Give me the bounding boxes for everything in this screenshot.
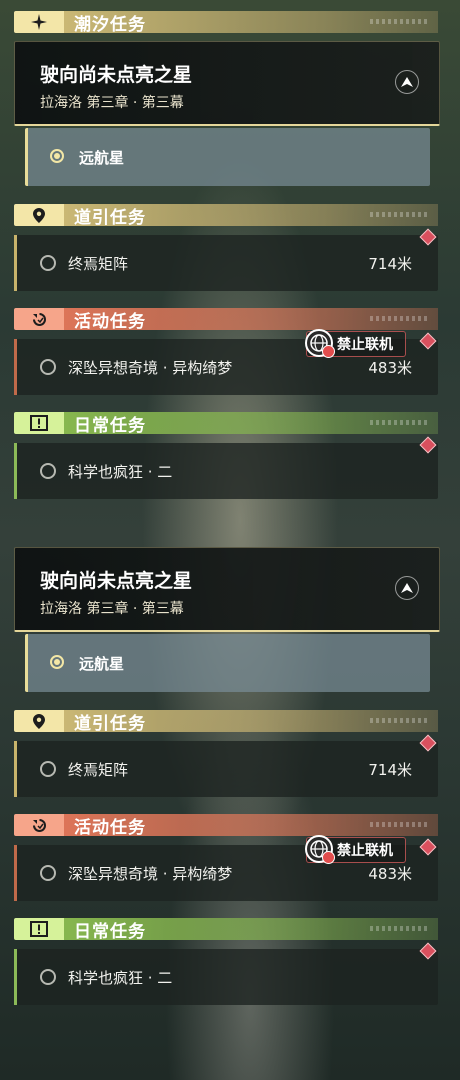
- activity-quest-header-label: 活动任务: [74, 311, 146, 332]
- daily-quest-header-label: 日常任务: [74, 415, 146, 436]
- daily-task-item[interactable]: 科学也疯狂 · 二: [14, 436, 438, 499]
- exclamation-icon: [14, 412, 64, 434]
- main-quest-card[interactable]: 驶向尚未点亮之星 拉海洛 第三章 · 第三幕: [14, 41, 440, 126]
- header-decoration: [370, 19, 430, 24]
- main-quest-title: 驶向尚未点亮之星: [40, 570, 193, 592]
- no-multiplayer-label: 禁止联机: [337, 843, 393, 859]
- no-multiplayer-label: 禁止联机: [337, 337, 393, 353]
- activity-task-distance: 483米: [368, 359, 412, 377]
- task-accent-bar: [14, 339, 17, 395]
- tidal-quest-header-label: 潮汐任务: [74, 14, 146, 35]
- header-decoration: [370, 926, 430, 931]
- activity-task-label: 深坠异想奇境 · 异构绮梦: [68, 359, 233, 377]
- header-decoration: [370, 718, 430, 723]
- selected-task-label: 远航星: [79, 655, 125, 673]
- header-decoration: [370, 212, 430, 217]
- navigate-icon[interactable]: [395, 576, 419, 600]
- exclamation-icon: [14, 918, 64, 940]
- activity-task-label: 深坠异想奇境 · 异构绮梦: [68, 865, 233, 883]
- daily-quest-header[interactable]: 日常任务: [14, 918, 438, 942]
- guide-task-label: 终焉矩阵: [68, 761, 129, 779]
- task-radio-icon[interactable]: [40, 761, 56, 777]
- task-accent-bar: [14, 949, 17, 1005]
- guide-task-distance: 714米: [368, 761, 412, 779]
- guide-task-item[interactable]: 终焉矩阵 714米: [14, 734, 438, 797]
- daily-task-item[interactable]: 科学也疯狂 · 二: [14, 942, 438, 1005]
- diamond-marker-icon: [419, 332, 437, 350]
- main-quest-subtitle: 拉海洛 第三章 · 第三幕: [40, 95, 184, 111]
- location-pin-icon: [14, 204, 64, 226]
- location-pin-icon: [14, 710, 64, 732]
- task-accent-bar: [14, 443, 17, 499]
- daily-quest-header-label: 日常任务: [74, 921, 146, 942]
- activity-quest-header-label: 活动任务: [74, 817, 146, 838]
- tidal-quest-header[interactable]: 潮汐任务: [14, 11, 438, 35]
- selected-radio-icon: [50, 149, 64, 163]
- task-radio-icon[interactable]: [40, 865, 56, 881]
- header-decoration: [370, 316, 430, 321]
- guide-task-item[interactable]: 终焉矩阵 714米: [14, 228, 438, 291]
- diamond-marker-icon: [419, 734, 437, 752]
- guide-quest-header[interactable]: 道引任务: [14, 204, 438, 228]
- diamond-marker-icon: [419, 838, 437, 856]
- main-quest-title: 驶向尚未点亮之星: [40, 64, 193, 86]
- daily-task-label: 科学也疯狂 · 二: [68, 463, 173, 481]
- task-radio-icon[interactable]: [40, 359, 56, 375]
- no-multiplayer-icon: [305, 329, 335, 358]
- sparkle-icon: [14, 11, 64, 33]
- diamond-marker-icon: [419, 228, 437, 246]
- no-multiplayer-icon: [305, 835, 335, 864]
- task-accent-bar: [14, 741, 17, 797]
- diamond-marker-icon: [419, 436, 437, 454]
- header-decoration: [370, 822, 430, 827]
- guide-task-distance: 714米: [368, 255, 412, 273]
- guide-quest-header-label: 道引任务: [74, 207, 146, 228]
- diamond-marker-icon: [419, 942, 437, 960]
- task-accent-bar: [14, 845, 17, 901]
- selected-radio-icon: [50, 655, 64, 669]
- task-radio-icon[interactable]: [40, 969, 56, 985]
- daily-quest-header[interactable]: 日常任务: [14, 412, 438, 436]
- no-multiplayer-badge: 禁止联机: [305, 329, 406, 358]
- task-radio-icon[interactable]: [40, 463, 56, 479]
- main-quest-card[interactable]: 驶向尚未点亮之星 拉海洛 第三章 · 第三幕: [14, 547, 440, 632]
- activity-task-distance: 483米: [368, 865, 412, 883]
- refresh-icon: [14, 308, 64, 330]
- activity-quest-header[interactable]: 活动任务: [14, 814, 438, 838]
- guide-task-label: 终焉矩阵: [68, 255, 129, 273]
- activity-quest-header[interactable]: 活动任务: [14, 308, 438, 332]
- no-multiplayer-badge: 禁止联机: [305, 835, 406, 864]
- selected-task-card[interactable]: 远航星: [25, 634, 430, 692]
- task-radio-icon[interactable]: [40, 255, 56, 271]
- selected-task-card[interactable]: 远航星: [25, 128, 430, 186]
- selected-task-label: 远航星: [79, 149, 125, 167]
- daily-task-label: 科学也疯狂 · 二: [68, 969, 173, 987]
- task-accent-bar: [14, 235, 17, 291]
- header-decoration: [370, 420, 430, 425]
- guide-quest-header[interactable]: 道引任务: [14, 710, 438, 734]
- main-quest-subtitle: 拉海洛 第三章 · 第三幕: [40, 601, 184, 617]
- guide-quest-header-label: 道引任务: [74, 713, 146, 734]
- navigate-icon[interactable]: [395, 70, 419, 94]
- refresh-icon: [14, 814, 64, 836]
